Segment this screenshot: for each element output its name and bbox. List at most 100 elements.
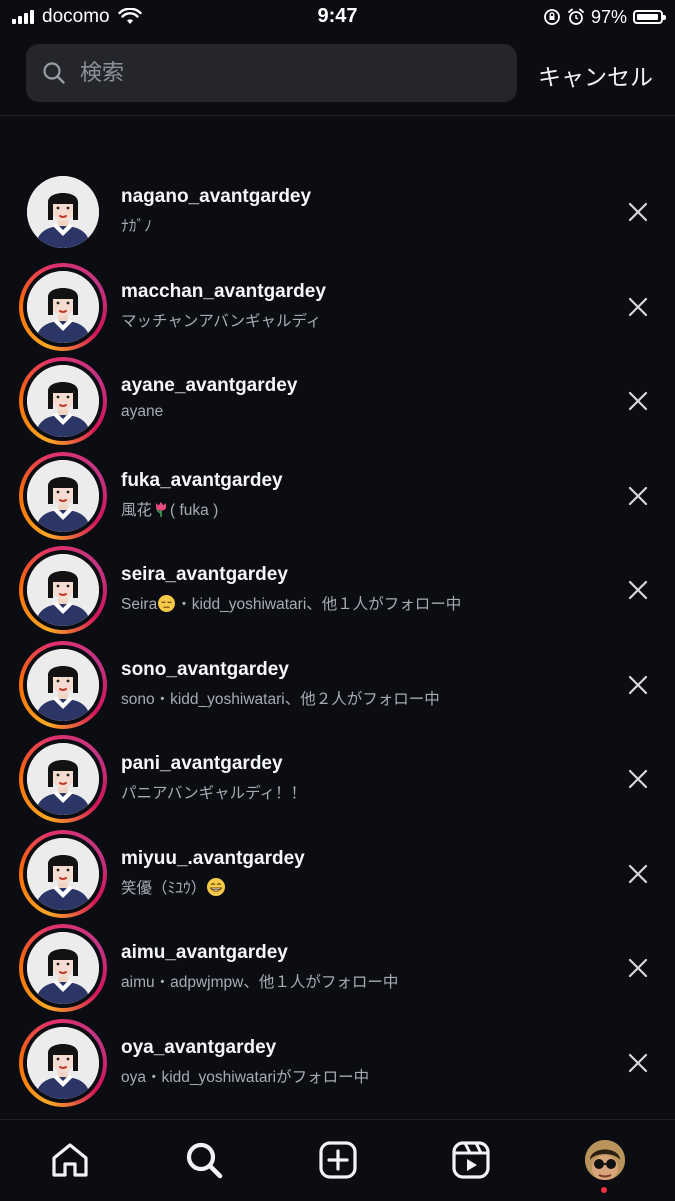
result-subtitle-text: oya・kidd_yoshiwatariがフォロー中	[121, 1068, 370, 1086]
close-icon	[628, 769, 648, 789]
search-result-row[interactable]: macchan_avantgardey マッチャンアバンギャルディ	[0, 259, 675, 354]
result-username: miyuu_.avantgardey	[121, 847, 305, 869]
close-icon	[628, 958, 648, 978]
story-ring[interactable]	[19, 262, 107, 351]
result-subtitle: Seira ・kidd_yoshiwatari、他１人がフォロー中	[121, 592, 461, 614]
result-subtitle-suffix: ( fuka )	[170, 501, 219, 519]
home-icon	[52, 1143, 88, 1177]
search-input[interactable]	[78, 59, 462, 87]
avatar	[27, 837, 99, 910]
avatar	[27, 554, 99, 626]
search-result-row[interactable]: aimu_avantgardey aimu・adpwjmpw、他１人がフォロー中	[0, 920, 675, 1015]
avatar	[27, 176, 99, 248]
search-result-row[interactable]: fuka_avantgardey 風花 ( fuka )	[0, 448, 675, 543]
result-subtitle-text: ﾅｶﾞﾉ	[121, 218, 153, 235]
result-subtitle-text: 風花	[121, 501, 153, 519]
status-bar: docomo 9:47 97%	[0, 0, 675, 36]
result-subtitle: ayane	[121, 403, 163, 421]
battery-icon	[633, 10, 666, 24]
close-icon	[628, 297, 648, 316]
remove-result-button[interactable]	[626, 1051, 650, 1075]
search-result-row[interactable]: miyuu_.avantgardey 笑優（ﾐﾕｳ）	[0, 826, 675, 921]
search-icon	[186, 1142, 223, 1179]
remove-result-button[interactable]	[626, 862, 650, 886]
remove-result-button[interactable]	[626, 295, 650, 319]
result-subtitle: 風花 ( fuka )	[121, 498, 218, 520]
result-subtitle-text: パニアバンギャルディ！！	[121, 785, 307, 802]
avatar	[27, 459, 99, 532]
create-tab[interactable]	[318, 1140, 358, 1180]
result-subtitle: oya・kidd_yoshiwatariがフォロー中	[121, 1065, 369, 1087]
search-result-row[interactable]: sono_avantgardey sono・kidd_yoshiwatari、他…	[0, 637, 675, 732]
result-subtitle: パニアバンギャルディ！！	[121, 781, 306, 803]
orientation-lock-icon	[544, 9, 560, 25]
result-username: nagano_avantgardey	[121, 186, 312, 207]
profile-tab[interactable]	[585, 1140, 625, 1180]
reels-icon	[452, 1141, 490, 1179]
profile-avatar	[585, 1140, 625, 1180]
avatar-frame[interactable]	[19, 168, 107, 256]
close-icon	[628, 202, 648, 222]
home-tab[interactable]	[50, 1140, 90, 1180]
result-subtitle-text: aimu・adpwjmpw、他１人がフォロー中	[121, 974, 399, 991]
story-ring[interactable]	[19, 451, 107, 540]
result-subtitle-text: Seira	[121, 596, 158, 613]
divider	[0, 115, 675, 116]
search-results-list: nagano_avantgardey ﾅｶﾞﾉ macchan_avantgar…	[0, 164, 675, 1109]
avatar	[27, 743, 99, 815]
story-ring[interactable]	[19, 546, 107, 634]
avatar-image	[27, 648, 99, 721]
tulip-emoji	[156, 501, 167, 517]
avatar-image	[27, 365, 99, 437]
remove-result-button[interactable]	[626, 956, 650, 980]
remove-result-button[interactable]	[626, 767, 650, 791]
story-ring[interactable]	[19, 735, 107, 823]
result-username: oya_avantgardey	[121, 1036, 277, 1058]
avatar-image	[27, 837, 99, 910]
avatar-image	[27, 459, 99, 532]
result-username: aimu_avantgardey	[121, 942, 288, 963]
search-bar[interactable]	[26, 44, 517, 102]
cancel-button[interactable]: キャンセル	[538, 58, 653, 92]
reels-tab[interactable]	[451, 1140, 491, 1180]
search-result-row[interactable]: nagano_avantgardey ﾅｶﾞﾉ	[0, 164, 675, 259]
search-icon	[43, 62, 65, 84]
close-icon	[628, 580, 648, 600]
remove-result-button[interactable]	[626, 484, 650, 508]
avatar-image	[27, 270, 99, 343]
result-subtitle: aimu・adpwjmpw、他１人がフォロー中	[121, 970, 398, 992]
story-ring[interactable]	[19, 829, 107, 918]
result-username: seira_avantgardey	[121, 564, 288, 585]
result-subtitle-text: sono・kidd_yoshiwatari、他２人がフォロー中	[121, 690, 440, 708]
result-subtitle-text: ayane	[121, 403, 164, 420]
result-subtitle-suffix: ・kidd_yoshiwatari、他１人がフォロー中	[176, 596, 462, 613]
story-ring[interactable]	[19, 1018, 107, 1107]
search-result-row[interactable]: pani_avantgardey パニアバンギャルディ！！	[0, 731, 675, 826]
avatar	[27, 270, 99, 343]
result-subtitle: sono・kidd_yoshiwatari、他２人がフォロー中	[121, 687, 440, 709]
bottom-tab-bar	[0, 1119, 675, 1201]
search-result-row[interactable]: ayane_avantgardey ayane	[0, 353, 675, 448]
remove-result-button[interactable]	[626, 200, 650, 224]
search-result-row[interactable]: oya_avantgardey oya・kidd_yoshiwatariがフォロ…	[0, 1015, 675, 1110]
remove-result-button[interactable]	[626, 673, 650, 697]
avatar-image	[27, 176, 99, 248]
result-subtitle: ﾅｶﾞﾉ	[121, 214, 152, 236]
search-result-row[interactable]: seira_avantgardey Seira ・kidd_yoshiwatar…	[0, 542, 675, 637]
avatar-image	[27, 743, 99, 815]
search-tab[interactable]	[184, 1140, 224, 1180]
notification-dot	[601, 1187, 607, 1193]
close-icon	[628, 486, 648, 505]
avatar	[27, 648, 99, 721]
battery-fill	[637, 14, 659, 20]
avatar-image	[27, 554, 99, 626]
story-ring[interactable]	[19, 640, 107, 729]
remove-result-button[interactable]	[626, 389, 650, 413]
remove-result-button[interactable]	[626, 578, 650, 602]
create-icon	[319, 1141, 357, 1179]
pensive-face-emoji	[158, 595, 176, 612]
story-ring[interactable]	[19, 357, 107, 445]
grinning-face-emoji	[207, 877, 226, 896]
result-username: pani_avantgardey	[121, 753, 283, 774]
story-ring[interactable]	[19, 924, 107, 1012]
